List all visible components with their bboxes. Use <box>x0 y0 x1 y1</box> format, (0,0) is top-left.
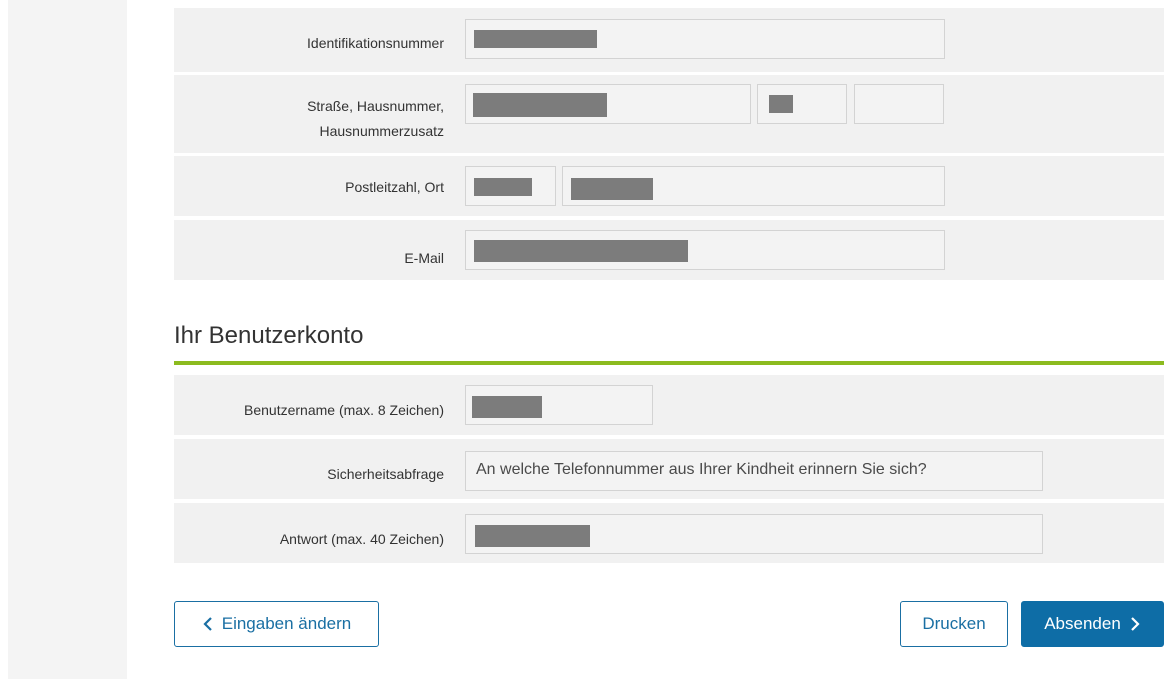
redacted-value <box>571 178 653 200</box>
postal-label: Postleitzahl, Ort <box>345 179 444 195</box>
redacted-value <box>769 95 793 113</box>
street-field[interactable] <box>465 84 751 124</box>
redacted-value <box>473 93 607 117</box>
security-question-label: Sicherheitsabfrage <box>327 466 444 482</box>
email-label: E-Mail <box>404 250 444 266</box>
print-button-label: Drucken <box>922 614 986 633</box>
print-button[interactable]: Drucken <box>900 601 1008 647</box>
section-divider <box>174 361 1164 365</box>
street-row: Straße, Hausnummer, Hausnummerzusatz <box>174 75 1164 153</box>
submit-button[interactable]: Absenden <box>1021 601 1164 647</box>
email-field[interactable] <box>465 230 945 270</box>
username-field[interactable] <box>465 385 653 425</box>
street-label-line1: Straße, Hausnummer, <box>307 98 444 114</box>
security-question-field[interactable]: An welche Telefonnummer aus Ihrer Kindhe… <box>465 451 1043 491</box>
street-label-line2: Hausnummerzusatz <box>319 123 445 139</box>
chevron-right-icon <box>1131 617 1140 631</box>
redacted-value <box>474 178 532 196</box>
house-number-field[interactable] <box>757 84 847 124</box>
answer-field[interactable] <box>465 514 1043 554</box>
id-number-field[interactable] <box>465 19 945 59</box>
security-question-value: An welche Telefonnummer aus Ihrer Kindhe… <box>476 461 927 478</box>
redacted-value <box>474 30 597 48</box>
redacted-value <box>472 396 542 418</box>
redacted-value <box>474 240 688 262</box>
city-field[interactable] <box>562 166 945 206</box>
redacted-value <box>475 525 590 547</box>
id-number-row: Identifikationsnummer <box>174 8 1164 72</box>
left-sidebar-strip <box>8 0 127 679</box>
security-question-row: Sicherheitsabfrage An welche Telefonnumm… <box>174 439 1164 499</box>
email-row: E-Mail <box>174 220 1164 280</box>
username-row: Benutzername (max. 8 Zeichen) <box>174 375 1164 435</box>
house-number-suffix-field[interactable] <box>854 84 944 124</box>
submit-button-label: Absenden <box>1044 614 1121 633</box>
answer-label: Antwort (max. 40 Zeichen) <box>279 531 444 547</box>
id-number-label: Identifikationsnummer <box>307 35 444 51</box>
postal-row: Postleitzahl, Ort <box>174 156 1164 216</box>
postal-code-field[interactable] <box>465 166 556 206</box>
answer-row: Antwort (max. 40 Zeichen) <box>174 503 1164 563</box>
edit-input-button[interactable]: Eingaben ändern <box>174 601 379 647</box>
chevron-left-icon <box>203 617 212 631</box>
username-label: Benutzername (max. 8 Zeichen) <box>244 402 444 418</box>
section-title: Ihr Benutzerkonto <box>174 322 364 349</box>
edit-input-button-label: Eingaben ändern <box>221 614 352 633</box>
